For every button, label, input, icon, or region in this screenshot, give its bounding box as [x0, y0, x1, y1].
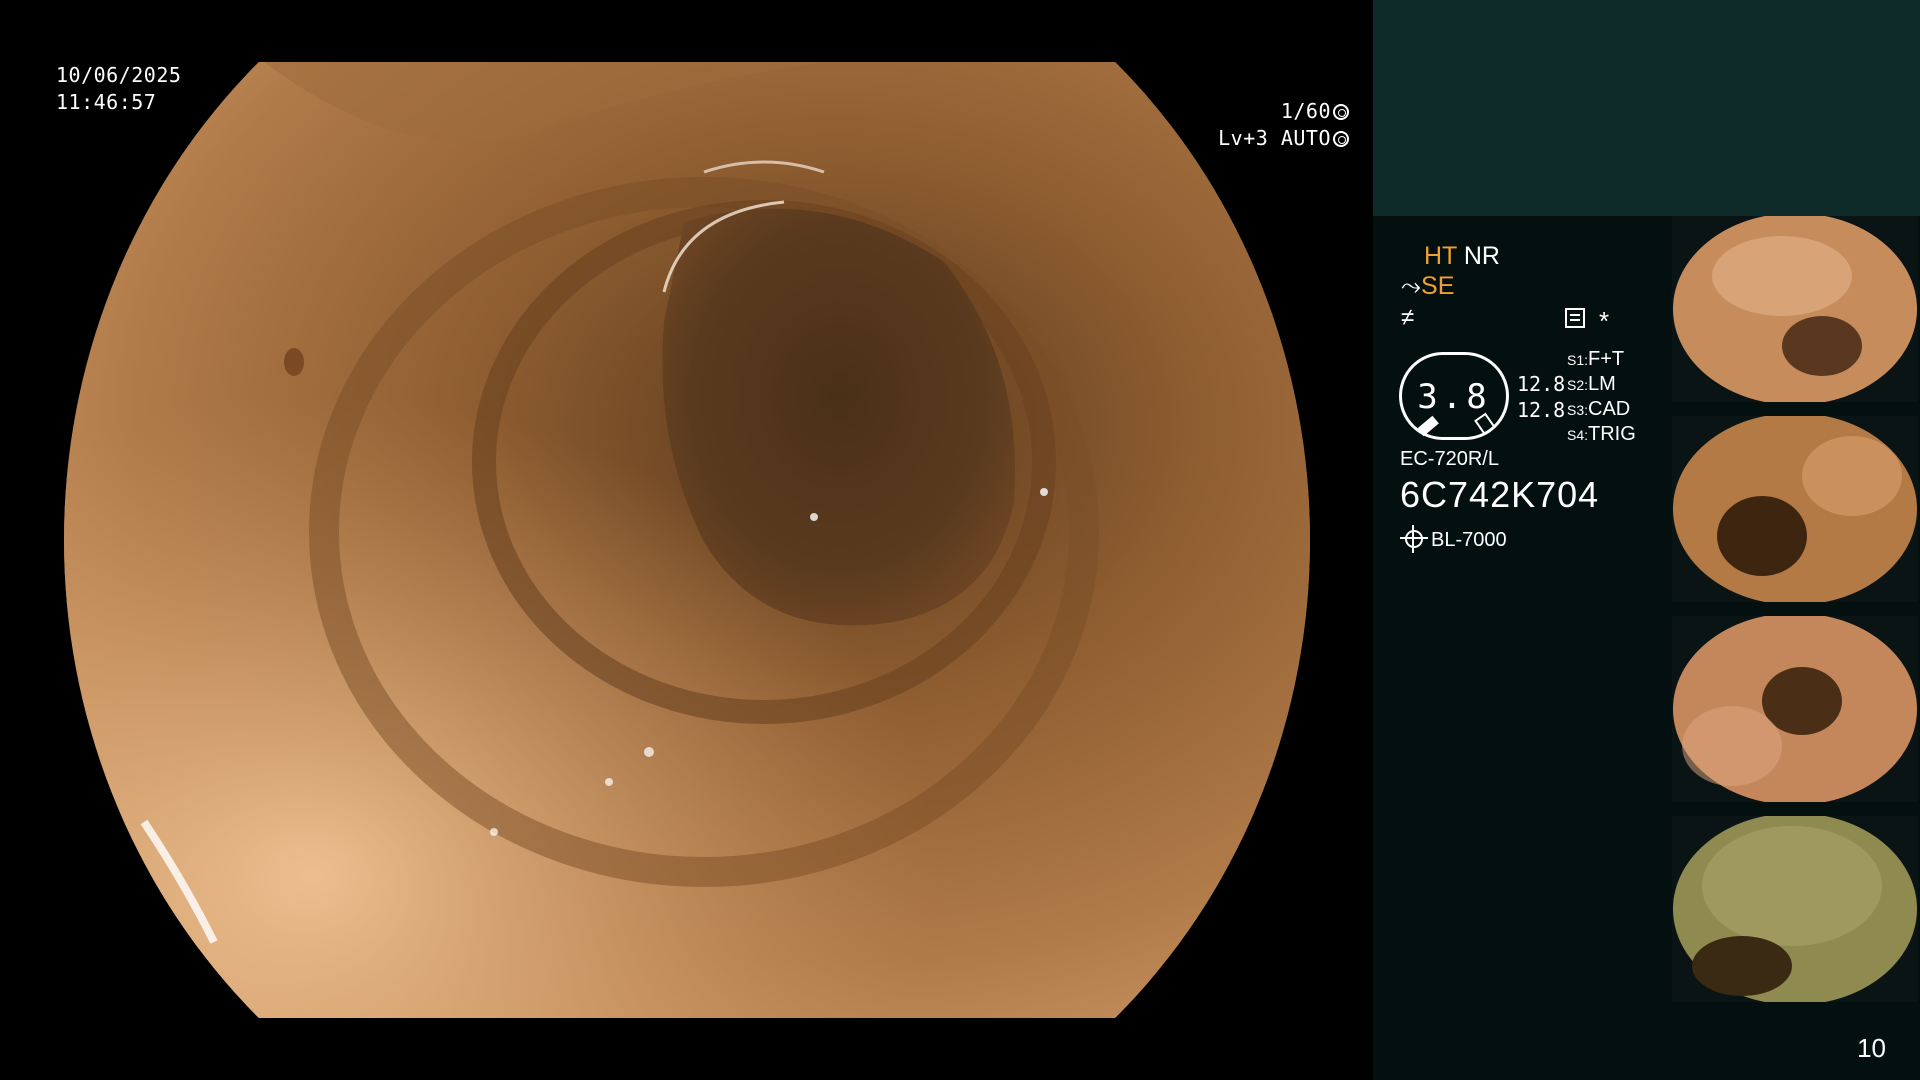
exposure-overlay: 1/60 Lv+3 AUTO: [1218, 98, 1349, 152]
value-2: 12.8: [1517, 398, 1566, 422]
auto-gear-icon: [1333, 131, 1349, 147]
ht-label: HT: [1424, 242, 1457, 270]
zoom-gauge: 3.8: [1399, 352, 1509, 440]
switch-value: CAD: [1588, 398, 1631, 420]
switch-value: F+T: [1588, 348, 1625, 370]
processor-info-panel: HT NR ⤳SE ≠ * 3.8 12.8 12.8 S1:F+T S2:LM…: [1373, 216, 1670, 1080]
endoscopic-image: [64, 62, 1310, 1018]
se-label: SE: [1421, 272, 1455, 300]
scope-serial: 6C742K704: [1400, 474, 1600, 515]
star-mark: *: [1599, 306, 1610, 336]
capture-thumbnail-strip: [1670, 216, 1920, 1080]
switch-key: S2:: [1567, 377, 1589, 393]
switch-row-1: S1:F+T: [1567, 348, 1624, 371]
light-source-label: BL-7000: [1431, 529, 1507, 551]
sun-icon: [1400, 525, 1428, 553]
colon-lumen-picture: [64, 62, 1310, 1018]
side-panel-top: [1373, 0, 1920, 216]
menu-icon: [1565, 308, 1585, 328]
capture-thumbnail-2[interactable]: [1672, 416, 1918, 602]
switch-row-3: S3:CAD: [1567, 398, 1630, 421]
light-source-row: BL-7000: [1400, 525, 1507, 553]
switch-row-2: S2:LM: [1567, 373, 1616, 396]
se-row: ⤳SE: [1401, 272, 1454, 301]
gauge-marker-left-icon: [1417, 415, 1439, 437]
scope-tip-icon: ⤳: [1401, 272, 1422, 300]
shutter-speed-text: 1/60: [1280, 99, 1331, 123]
level-text: Lv+3: [1218, 126, 1269, 150]
switch-value: LM: [1588, 373, 1616, 395]
capture-thumbnail-1[interactable]: [1672, 216, 1918, 402]
switch-key: S4:: [1567, 427, 1589, 443]
value-1: 12.8: [1517, 372, 1566, 396]
switch-row-4: S4:TRIG: [1567, 423, 1636, 446]
switch-key: S3:: [1567, 402, 1589, 418]
switch-key: S1:: [1567, 352, 1589, 368]
shutter-gear-icon: [1333, 104, 1349, 120]
datetime-overlay: 10/06/2025 11:46:57: [56, 62, 181, 116]
page-number: 10: [1857, 1033, 1886, 1063]
filter-icon: ≠: [1401, 304, 1415, 331]
ht-nr-row: HT NR: [1424, 242, 1500, 271]
capture-thumbnail-3[interactable]: [1672, 616, 1918, 802]
switch-value: TRIG: [1588, 423, 1636, 445]
gauge-value: 3.8: [1417, 377, 1491, 417]
capture-thumbnail-4[interactable]: [1672, 816, 1918, 1002]
time-text: 11:46:57: [56, 90, 157, 114]
date-text: 10/06/2025: [56, 63, 182, 87]
exposure-mode-text: AUTO: [1280, 126, 1331, 150]
scope-model: EC-720R/L: [1400, 448, 1499, 470]
nr-label: NR: [1463, 242, 1500, 270]
endoscope-view: 10/06/2025 11:46:57 1/60 Lv+3 AUTO: [0, 0, 1373, 1080]
